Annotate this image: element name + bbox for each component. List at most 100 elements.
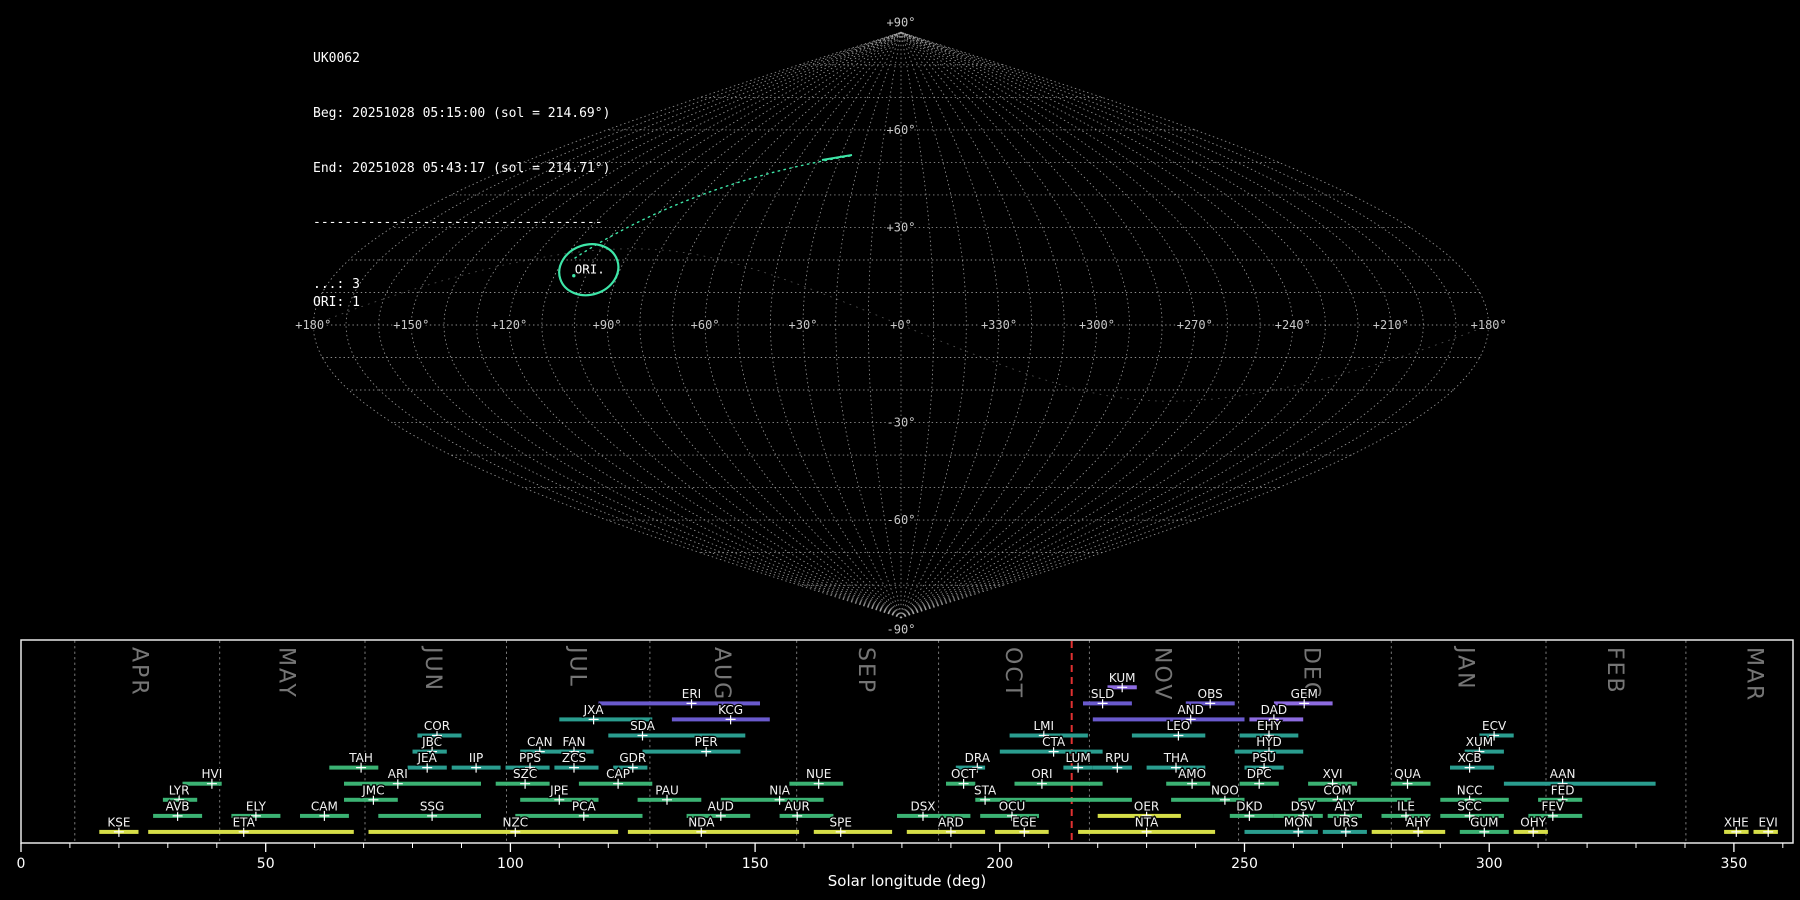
shower-label-AVB: AVB (166, 799, 190, 813)
map-lon-label: +240° (1275, 318, 1311, 332)
shower-label-LEO: LEO (1167, 719, 1191, 733)
map-lon-label: +330° (981, 318, 1017, 332)
x-tick-label: 50 (257, 856, 275, 872)
map-lon-label: +0° (890, 318, 912, 332)
shower-bar-LEO (1132, 734, 1205, 738)
station-id: UK0062 (313, 50, 610, 68)
shower-label-KCG: KCG (718, 703, 743, 717)
shower-bar-PER (643, 750, 741, 754)
shower-label-DKD: DKD (1236, 799, 1262, 813)
shower-label-AUR: AUR (785, 799, 810, 813)
x-tick-label: 200 (986, 856, 1013, 872)
shower-label-FED: FED (1551, 783, 1575, 797)
shower-label-LMI: LMI (1034, 719, 1055, 733)
shower-bar-KCG (672, 717, 770, 721)
month-label-MAR: MAR (1742, 647, 1767, 702)
shower-label-SZC: SZC (513, 767, 537, 781)
shower-label-SCC: SCC (1457, 799, 1481, 813)
shower-label-CAP: CAP (606, 767, 630, 781)
obs-begin-line: Beg: 20251028 05:15:00 (sol = 214.69°) (313, 105, 610, 123)
shower-label-NIA: NIA (769, 783, 791, 797)
month-label-SEP: SEP (853, 647, 878, 694)
obs-end-line: End: 20251028 05:43:17 (sol = 214.71°) (313, 160, 610, 178)
shower-label-XCB: XCB (1458, 751, 1482, 765)
shower-label-ORI: ORI (1031, 767, 1052, 781)
shower-label-ARD: ARD (938, 815, 964, 829)
shower-label-PCA: PCA (572, 799, 597, 813)
shower-label-KSE: KSE (107, 815, 130, 829)
shower-label-HYD: HYD (1256, 735, 1282, 749)
station-info: UK0062 Beg: 20251028 05:15:00 (sol = 214… (313, 14, 610, 348)
shower-label-JBC: JBC (421, 735, 442, 749)
shower-label-EHY: EHY (1257, 719, 1282, 733)
map-lat-label: +30° (887, 220, 916, 234)
map-grid-line (901, 32, 1391, 617)
shower-label-JMC: JMC (361, 783, 384, 797)
shower-label-OBS: OBS (1198, 687, 1223, 701)
shower-label-MON: MON (1284, 815, 1313, 829)
shower-label-ARI: ARI (388, 767, 408, 781)
shower-label-TAH: TAH (348, 751, 373, 765)
shower-bar-AUR (780, 814, 834, 818)
month-label-JAN: JAN (1453, 645, 1478, 691)
month-label-AUG: AUG (709, 647, 734, 701)
shower-label-NUE: NUE (806, 767, 831, 781)
shower-label-ETA: ETA (233, 815, 256, 829)
shower-label-THA: THA (1163, 751, 1189, 765)
shower-label-PPS: PPS (519, 751, 541, 765)
shower-bar-NOO (1171, 798, 1244, 802)
shower-label-SLD: SLD (1091, 687, 1115, 701)
shower-label-DSX: DSX (910, 799, 935, 813)
shower-label-DSV: DSV (1291, 799, 1317, 813)
drift-arc-tip (822, 155, 852, 160)
shower-label-AAN: AAN (1550, 767, 1576, 781)
month-label-JUL: JUL (565, 645, 590, 688)
map-lon-label: +270° (1177, 318, 1213, 332)
shower-label-ECV: ECV (1482, 719, 1507, 733)
shower-label-CAN: CAN (527, 735, 553, 749)
map-lat-label: +90° (887, 15, 916, 29)
shower-label-COR: COR (424, 719, 450, 733)
shower-label-COM: COM (1323, 783, 1351, 797)
shower-label-AHY: AHY (1406, 815, 1431, 829)
map-lon-label: +180° (1471, 318, 1507, 332)
shower-label-CTA: CTA (1042, 735, 1066, 749)
shower-label-NCC: NCC (1457, 783, 1483, 797)
shower-label-JXA: JXA (583, 703, 605, 717)
shower-bar-NZC (369, 830, 619, 834)
shower-bar-NDA (628, 830, 799, 834)
shower-label-OHY: OHY (1520, 815, 1546, 829)
shower-label-URS: URS (1333, 815, 1358, 829)
shower-label-GDR: GDR (619, 751, 646, 765)
shower-label-ZCS: ZCS (562, 751, 586, 765)
x-tick-label: 350 (1721, 856, 1748, 872)
shower-label-QUA: QUA (1394, 767, 1421, 781)
shower-label-ALY: ALY (1334, 799, 1355, 813)
activity-timeline: APRMAYJUNJULAUGSEPOCTNOVDECJANFEBMARKUME… (17, 640, 1793, 890)
separator-line: ------------------------------------- (313, 214, 610, 232)
shower-label-CAM: CAM (311, 799, 338, 813)
month-label-OCT: OCT (1000, 647, 1025, 699)
shower-label-OCU: OCU (999, 799, 1026, 813)
shower-label-HVI: HVI (202, 767, 223, 781)
month-label-FEB: FEB (1602, 647, 1627, 695)
radiants-screen: UK0062 Beg: 20251028 05:15:00 (sol = 214… (0, 0, 1800, 900)
shower-label-DRA: DRA (965, 751, 991, 765)
x-tick-label: 300 (1476, 856, 1503, 872)
shower-bar-ETA (148, 830, 354, 834)
shower-bar-AAN (1504, 782, 1656, 786)
x-axis-title: Solar longitude (deg) (828, 872, 986, 890)
map-lon-label: +60° (691, 318, 720, 332)
x-tick-label: 150 (742, 856, 769, 872)
shower-bar-MON (1245, 830, 1318, 834)
x-tick-label: 250 (1231, 856, 1258, 872)
shower-label-EVI: EVI (1759, 815, 1778, 829)
shower-label-LUM: LUM (1065, 751, 1090, 765)
map-lat-label: -90° (887, 623, 916, 637)
shower-label-FAN: FAN (563, 735, 586, 749)
map-lon-label: +210° (1373, 318, 1409, 332)
shower-label-PSU: PSU (1252, 751, 1276, 765)
shower-bar-AHY (1372, 830, 1446, 834)
shower-bar-TAH (329, 766, 378, 770)
shower-label-XHE: XHE (1724, 815, 1749, 829)
